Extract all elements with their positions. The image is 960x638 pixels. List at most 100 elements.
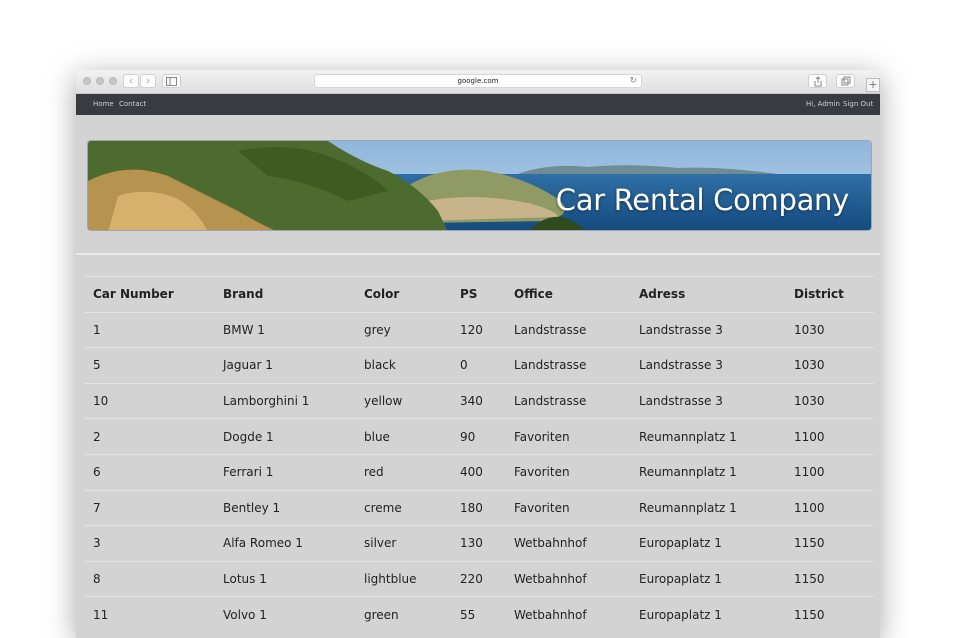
address-text: google.com bbox=[457, 77, 499, 85]
table-cell: Europaplatz 1 bbox=[630, 596, 785, 633]
table-cell: Wetbahnhof bbox=[505, 525, 630, 562]
column-header: Car Number bbox=[84, 276, 214, 313]
table-row: 7 Bentley 1 creme 180 Favoriten Reumannp… bbox=[84, 489, 874, 526]
column-header: Brand bbox=[214, 276, 355, 313]
table-cell: Reumannplatz 1 bbox=[630, 418, 785, 455]
table-row: 3 Alfa Romeo 1 silver 130 Wetbahnhof Eur… bbox=[84, 525, 874, 562]
table-cell: 1100 bbox=[785, 453, 874, 491]
browser-window: ‹ › google.com ↻ + Home Contact Hi, Admi… bbox=[76, 70, 880, 638]
table-cell: grey bbox=[355, 311, 451, 348]
table-cell: 8 bbox=[84, 560, 214, 597]
table-cell: 130 bbox=[451, 525, 505, 562]
new-tab-button[interactable]: + bbox=[866, 78, 880, 92]
table-cell: Wetbahnhof bbox=[505, 560, 630, 597]
table-cell: 1150 bbox=[785, 596, 874, 633]
table-cell: 1 bbox=[84, 311, 214, 348]
table-cell: 11 bbox=[84, 596, 214, 633]
forward-icon: › bbox=[145, 74, 151, 87]
table-cell: Favoriten bbox=[505, 489, 630, 526]
table-cell: yellow bbox=[355, 382, 451, 419]
hero-banner: Car Rental Company bbox=[87, 140, 872, 231]
table-cell: 220 bbox=[451, 560, 505, 597]
table-cell: blue bbox=[355, 418, 451, 455]
table-cell: 1100 bbox=[785, 489, 874, 526]
column-header: Color bbox=[355, 276, 451, 313]
table-header-row: Car Number Brand Color PS Office Adress … bbox=[84, 276, 874, 313]
back-icon: ‹ bbox=[128, 74, 134, 87]
sign-out-link[interactable]: Sign Out bbox=[843, 94, 873, 115]
table-cell: Landstrasse 3 bbox=[630, 311, 785, 348]
user-greeting: Hi, Admin bbox=[806, 100, 840, 108]
close-window-button[interactable] bbox=[83, 77, 91, 85]
minimize-window-button[interactable] bbox=[96, 77, 104, 85]
table-cell: BMW 1 bbox=[214, 311, 355, 348]
table-cell: lightblue bbox=[355, 560, 451, 597]
banner-title: Car Rental Company bbox=[555, 183, 850, 217]
table-cell: 90 bbox=[451, 418, 505, 455]
table-cell: Favoriten bbox=[505, 418, 630, 455]
table-cell: Bentley 1 bbox=[214, 489, 355, 526]
table-cell: 7 bbox=[84, 489, 214, 526]
table-row: 1 BMW 1 grey 120 Landstrasse Landstrasse… bbox=[84, 311, 874, 348]
cars-table: Car Number Brand Color PS Office Adress … bbox=[84, 276, 874, 633]
table-cell: Alfa Romeo 1 bbox=[214, 525, 355, 562]
table-cell: 2 bbox=[84, 418, 214, 455]
table-row: 5 Jaguar 1 black 0 Landstrasse Landstras… bbox=[84, 347, 874, 384]
sidebar-icon bbox=[166, 77, 177, 86]
table-cell: Europaplatz 1 bbox=[630, 525, 785, 562]
table-cell: Favoriten bbox=[505, 453, 630, 491]
app-navbar: Home Contact Hi, Admin Sign Out bbox=[76, 94, 880, 115]
table-cell: 55 bbox=[451, 596, 505, 633]
table-row: 2 Dogde 1 blue 90 Favoriten Reumannplatz… bbox=[84, 418, 874, 455]
nav-contact-link[interactable]: Contact bbox=[119, 94, 146, 115]
table-cell: 0 bbox=[451, 347, 505, 384]
back-button[interactable]: ‹ bbox=[123, 74, 139, 88]
column-header: Office bbox=[505, 276, 630, 313]
table-cell: Landstrasse bbox=[505, 311, 630, 348]
table-cell: Dogde 1 bbox=[214, 418, 355, 455]
table-cell: Jaguar 1 bbox=[214, 347, 355, 384]
table-cell: 1030 bbox=[785, 311, 874, 348]
table-cell: 180 bbox=[451, 489, 505, 526]
table-cell: silver bbox=[355, 525, 451, 562]
table-cell: Europaplatz 1 bbox=[630, 560, 785, 597]
sidebar-toggle-button[interactable] bbox=[162, 74, 181, 88]
table-cell: Ferrari 1 bbox=[214, 453, 355, 491]
section-divider bbox=[76, 253, 880, 255]
table-cell: Wetbahnhof bbox=[505, 596, 630, 633]
share-button[interactable] bbox=[808, 74, 827, 88]
table-cell: 1100 bbox=[785, 418, 874, 455]
table-cell: 6 bbox=[84, 453, 214, 491]
nav-home-link[interactable]: Home bbox=[93, 94, 114, 115]
tabs-icon bbox=[841, 76, 850, 86]
table-cell: Lamborghini 1 bbox=[214, 382, 355, 419]
table-cell: 120 bbox=[451, 311, 505, 348]
table-cell: 1150 bbox=[785, 560, 874, 597]
plus-icon: + bbox=[868, 78, 878, 91]
reload-icon[interactable]: ↻ bbox=[629, 75, 637, 88]
address-bar[interactable]: google.com ↻ bbox=[314, 74, 642, 88]
table-cell: Landstrasse 3 bbox=[630, 347, 785, 384]
table-cell: 5 bbox=[84, 347, 214, 384]
table-cell: green bbox=[355, 596, 451, 633]
table-row: 8 Lotus 1 lightblue 220 Wetbahnhof Europ… bbox=[84, 560, 874, 597]
table-cell: Landstrasse bbox=[505, 347, 630, 384]
table-cell: Landstrasse bbox=[505, 382, 630, 419]
zoom-window-button[interactable] bbox=[109, 77, 117, 85]
forward-button[interactable]: › bbox=[140, 74, 156, 88]
browser-toolbar: ‹ › google.com ↻ bbox=[76, 70, 880, 94]
column-header: District bbox=[785, 276, 874, 313]
table-cell: black bbox=[355, 347, 451, 384]
column-header: PS bbox=[451, 276, 505, 313]
table-row: 10 Lamborghini 1 yellow 340 Landstrasse … bbox=[84, 382, 874, 419]
table-cell: 400 bbox=[451, 453, 505, 491]
table-row: 11 Volvo 1 green 55 Wetbahnhof Europapla… bbox=[84, 596, 874, 633]
table-cell: 1150 bbox=[785, 525, 874, 562]
table-row: 6 Ferrari 1 red 400 Favoriten Reumannpla… bbox=[84, 453, 874, 491]
table-cell: 1030 bbox=[785, 347, 874, 384]
table-cell: 340 bbox=[451, 382, 505, 419]
table-cell: Reumannplatz 1 bbox=[630, 453, 785, 491]
tabs-button[interactable] bbox=[836, 74, 855, 88]
table-cell: Landstrasse 3 bbox=[630, 382, 785, 419]
table-cell: Volvo 1 bbox=[214, 596, 355, 633]
